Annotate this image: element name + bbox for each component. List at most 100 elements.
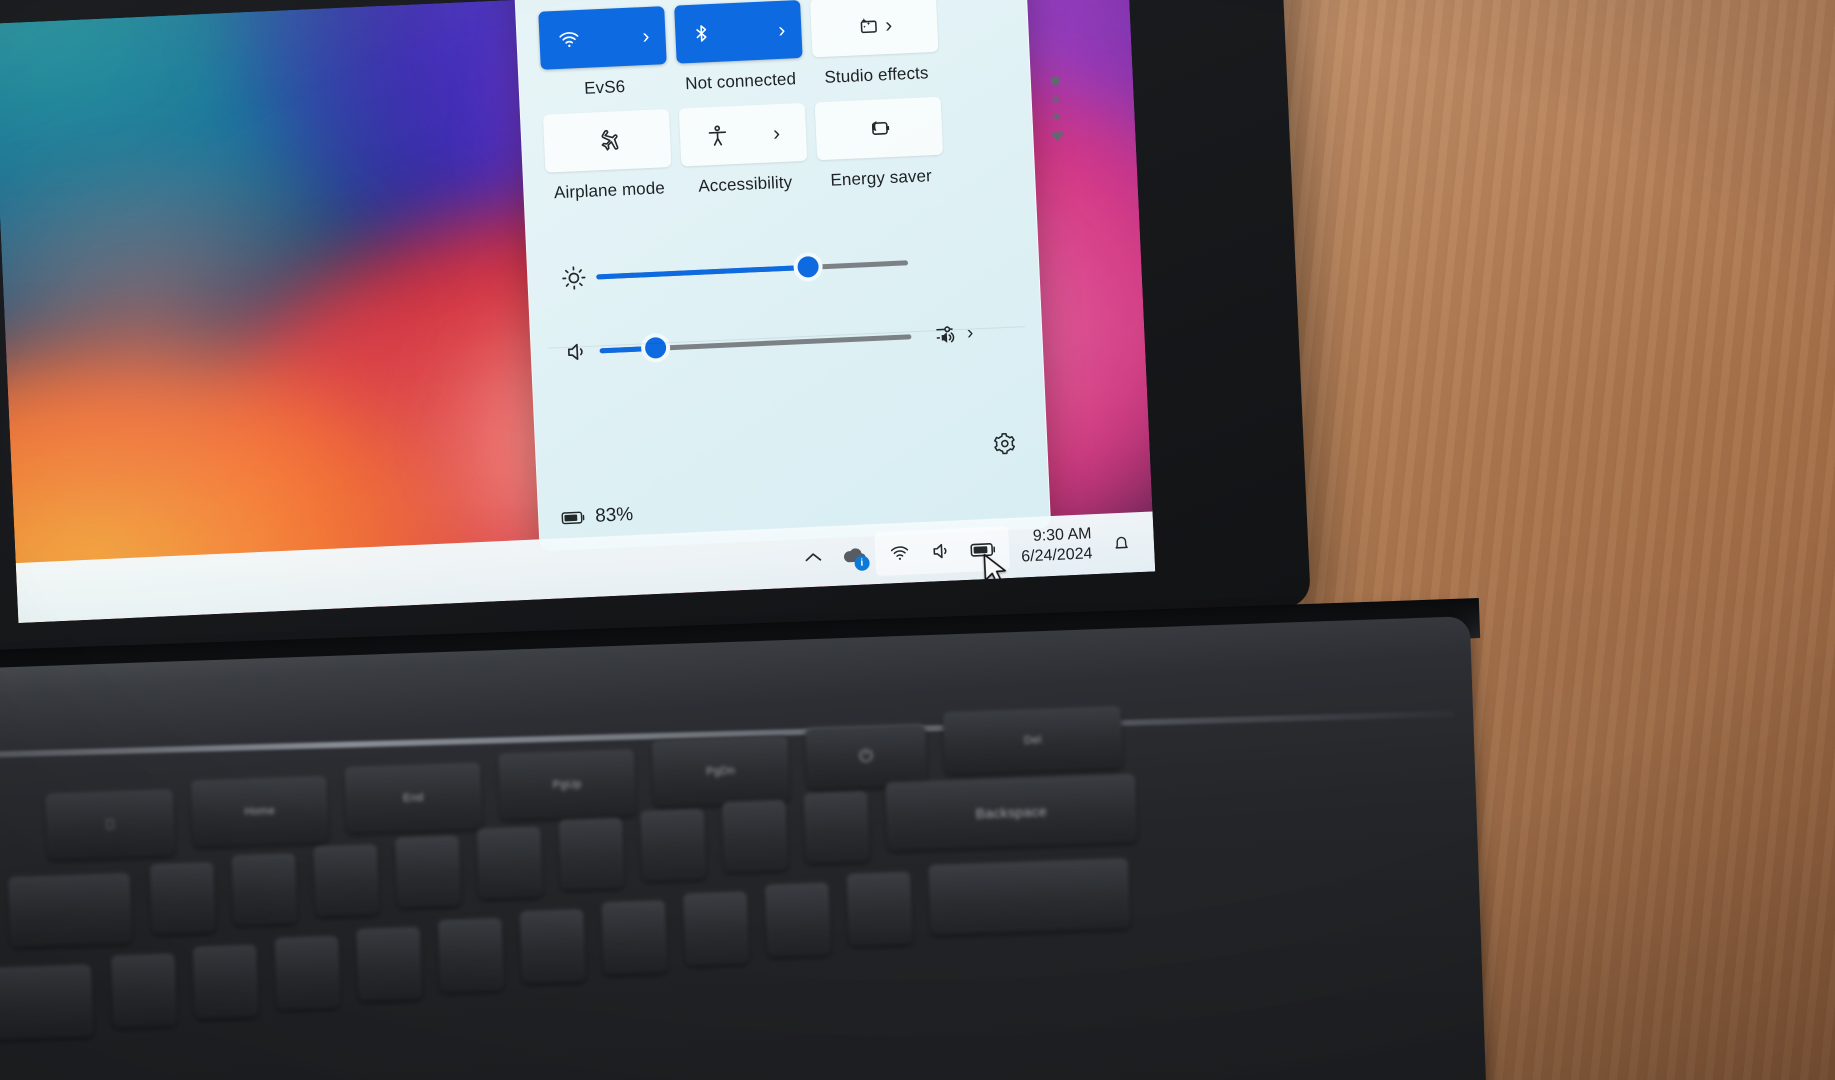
key-row2-i[interactable] xyxy=(721,800,789,873)
key-home[interactable]: Home xyxy=(190,776,329,847)
volume-slider-thumb[interactable] xyxy=(644,336,667,359)
brightness-slider-track[interactable] xyxy=(596,255,909,279)
quick-settings-sliders: › xyxy=(549,223,975,390)
airplane-mode-tile[interactable]: Airplane mode xyxy=(542,109,673,204)
clock-time: 9:30 AM xyxy=(1032,524,1092,545)
key-delete[interactable]: Del xyxy=(942,706,1123,775)
quick-settings-pager[interactable] xyxy=(1048,76,1065,142)
chevron-right-icon[interactable]: › xyxy=(966,322,973,344)
key-pgup[interactable]: PgUp xyxy=(497,749,637,821)
display: › EvS6 › Not connected › Studio effects … xyxy=(0,0,1156,624)
key-row2-b[interactable] xyxy=(149,862,216,935)
key-row2-h[interactable] xyxy=(640,808,707,882)
notifications-button[interactable] xyxy=(1101,531,1140,556)
clock-date: 6/24/2024 xyxy=(1020,545,1093,566)
wifi-tile-label: EvS6 xyxy=(583,76,626,98)
key-row2-g[interactable] xyxy=(558,817,625,891)
chevron-right-icon[interactable]: › xyxy=(642,24,650,47)
bluetooth-tile-label: Not connected xyxy=(684,69,797,94)
chevron-right-icon[interactable]: › xyxy=(885,13,893,36)
accessibility-tile-button[interactable]: › xyxy=(678,102,808,167)
key-row3-l[interactable] xyxy=(928,858,1131,936)
audio-output-picker[interactable]: › xyxy=(911,320,974,349)
quick-settings-tile-grid: › EvS6 › Not connected › Studio effects … xyxy=(538,0,944,204)
onedrive-tray-icon[interactable]: i xyxy=(832,532,876,578)
wifi-icon xyxy=(559,32,579,48)
studio-effects-icon xyxy=(860,17,877,33)
key-row3-g[interactable] xyxy=(519,909,586,984)
battery-icon xyxy=(561,511,585,525)
battery-percent-label: 83% xyxy=(594,504,634,527)
bluetooth-icon xyxy=(696,25,707,42)
chevron-up-icon xyxy=(805,552,822,561)
key-row2-j[interactable] xyxy=(803,791,870,864)
wifi-tile-button[interactable]: › xyxy=(538,6,667,70)
show-hidden-icons-button[interactable] xyxy=(793,550,834,565)
quick-settings-settings-row xyxy=(983,422,1025,464)
key-row3-j[interactable] xyxy=(764,882,832,957)
airplane-mode-tile-label: Airplane mode xyxy=(553,178,666,203)
energy-saver-tile-button[interactable] xyxy=(814,96,944,161)
accessibility-icon xyxy=(708,125,727,146)
key-end[interactable]: End xyxy=(344,762,483,834)
brightness-slider-fill xyxy=(596,264,809,279)
network-tray-icon[interactable] xyxy=(878,530,922,576)
airplane-mode-tile-button[interactable] xyxy=(542,109,672,173)
volume-icon xyxy=(933,543,947,559)
wifi-icon xyxy=(891,546,909,560)
key-row3-k[interactable] xyxy=(846,871,913,947)
key-row2-d[interactable] xyxy=(313,844,380,917)
key-f-left[interactable]: ⎕ xyxy=(45,789,176,860)
key-pgdn[interactable]: PgDn xyxy=(651,736,790,807)
chevron-down-icon[interactable] xyxy=(1050,132,1065,142)
key-row3-h[interactable] xyxy=(601,900,668,975)
laptop-base: ⎕ Home End PgUp PgDn ⏻ Del Backspace xyxy=(0,616,1490,1080)
key-row3-d[interactable] xyxy=(274,935,341,1011)
speaker-icon xyxy=(567,343,583,360)
gear-icon xyxy=(993,432,1015,454)
volume-tray-icon[interactable] xyxy=(920,528,964,574)
laptop: › EvS6 › Not connected › Studio effects … xyxy=(0,0,1835,1080)
airplane-icon xyxy=(601,129,619,151)
bluetooth-tile-button[interactable]: › xyxy=(674,0,803,64)
studio-effects-tile[interactable]: › Studio effects xyxy=(809,0,940,88)
accessibility-tile[interactable]: › Accessibility xyxy=(678,102,809,198)
energy-saver-tile-label: Energy saver xyxy=(830,166,933,190)
studio-effects-tile-button[interactable]: › xyxy=(809,0,939,58)
key-row3-f[interactable] xyxy=(437,918,505,993)
bell-icon xyxy=(1115,536,1128,549)
key-row3-b[interactable] xyxy=(110,953,178,1028)
key-row2-e[interactable] xyxy=(394,835,462,908)
onedrive-info-badge: i xyxy=(854,555,870,572)
mouse-cursor xyxy=(983,553,1006,584)
brightness-slider-right-spacer xyxy=(908,260,970,263)
key-row3-e[interactable] xyxy=(355,926,423,1002)
studio-effects-tile-label: Studio effects xyxy=(824,63,929,87)
key-row3-c[interactable] xyxy=(192,944,259,1019)
audio-output-picker-icon xyxy=(935,326,954,343)
key-power[interactable]: ⏻ xyxy=(805,723,928,790)
key-row3-i[interactable] xyxy=(682,891,750,966)
laptop-screen-area: › EvS6 › Not connected › Studio effects … xyxy=(0,0,1311,673)
bluetooth-tile[interactable]: › Not connected xyxy=(674,0,804,95)
pager-dot-3[interactable] xyxy=(1053,113,1060,120)
key-row3-a[interactable] xyxy=(0,964,94,1041)
pager-dot-2[interactable] xyxy=(1052,96,1059,103)
key-row2-f[interactable] xyxy=(476,826,543,899)
key-backspace[interactable]: Backspace xyxy=(885,773,1138,851)
pager-dot-1[interactable] xyxy=(1050,76,1060,86)
wifi-tile[interactable]: › EvS6 xyxy=(538,6,668,101)
key-row2-a[interactable] xyxy=(7,873,133,948)
key-row2-c[interactable] xyxy=(231,853,298,926)
brightness-sun-icon xyxy=(561,265,585,290)
volume-icon xyxy=(553,338,600,365)
brightness-slider-thumb[interactable] xyxy=(797,255,820,278)
accessibility-tile-label: Accessibility xyxy=(697,172,793,196)
battery-status[interactable]: 83% xyxy=(561,504,634,529)
settings-button[interactable] xyxy=(983,422,1025,464)
clock[interactable]: 9:30 AM 6/24/2024 xyxy=(1008,523,1103,568)
energy-saver-tile[interactable]: Energy saver xyxy=(814,96,945,192)
chevron-right-icon[interactable]: › xyxy=(778,18,786,41)
chevron-right-icon[interactable]: › xyxy=(772,122,780,145)
quick-settings-panel[interactable]: › EvS6 › Not connected › Studio effects … xyxy=(507,0,1065,552)
